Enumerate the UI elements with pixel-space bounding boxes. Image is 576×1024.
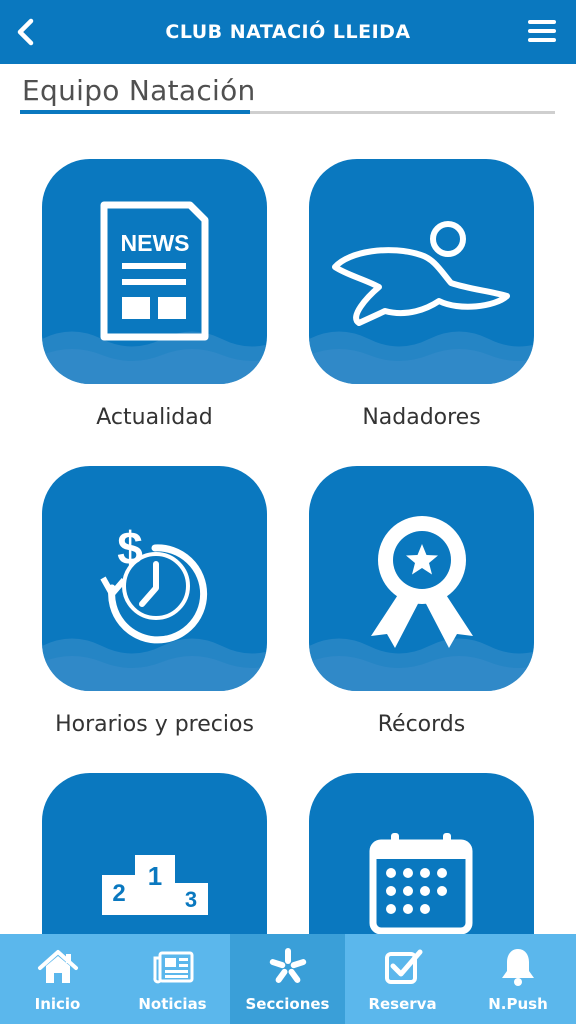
checkbox-icon (385, 949, 423, 984)
tab-label: Secciones (245, 995, 330, 1013)
tile-label: Horarios y precios (55, 712, 254, 737)
swimmer-icon (332, 221, 510, 326)
section-header: Equipo Natación (20, 70, 555, 116)
tab-secciones[interactable]: Secciones (230, 934, 345, 1024)
dollar-icon-text: $ (117, 522, 143, 574)
sections-icon (269, 948, 307, 983)
tab-label: Noticias (138, 995, 207, 1013)
svg-text:2: 2 (112, 880, 125, 907)
tab-inicio[interactable]: Inicio (0, 934, 115, 1024)
chevron-left-icon (17, 18, 34, 46)
bottom-tab-bar: Inicio Noticias Secciones Reserva N.Push (0, 934, 576, 1024)
hamburger-menu-icon (528, 20, 556, 24)
tab-noticias[interactable]: Noticias (115, 934, 230, 1024)
news-icon-text: NEWS (121, 230, 190, 256)
tab-label: N.Push (488, 995, 548, 1013)
svg-text:3: 3 (185, 887, 197, 912)
tile-label: Actualidad (96, 405, 213, 430)
back-button[interactable] (12, 16, 40, 48)
home-icon (38, 950, 78, 983)
menu-button[interactable] (528, 20, 556, 44)
bell-icon (502, 949, 534, 986)
svg-text:1: 1 (148, 861, 162, 891)
section-title: Equipo Natación (22, 74, 256, 107)
tab-label: Inicio (34, 995, 81, 1013)
tab-npush[interactable]: N.Push (460, 934, 576, 1024)
tile-label: Nadadores (362, 405, 481, 430)
section-divider-accent (20, 110, 250, 114)
price-clock-icon: $ (100, 522, 208, 644)
newspaper-icon (153, 951, 194, 984)
newspaper-icon: NEWS (100, 201, 209, 341)
tile-label: Récords (377, 712, 466, 737)
top-bar: CLUB NATACIÓ LLEIDA (0, 0, 576, 64)
award-ribbon-icon (371, 516, 473, 648)
app-title: CLUB NATACIÓ LLEIDA (165, 21, 411, 43)
tab-label: Reserva (368, 995, 437, 1013)
tab-reserva[interactable]: Reserva (345, 934, 460, 1024)
